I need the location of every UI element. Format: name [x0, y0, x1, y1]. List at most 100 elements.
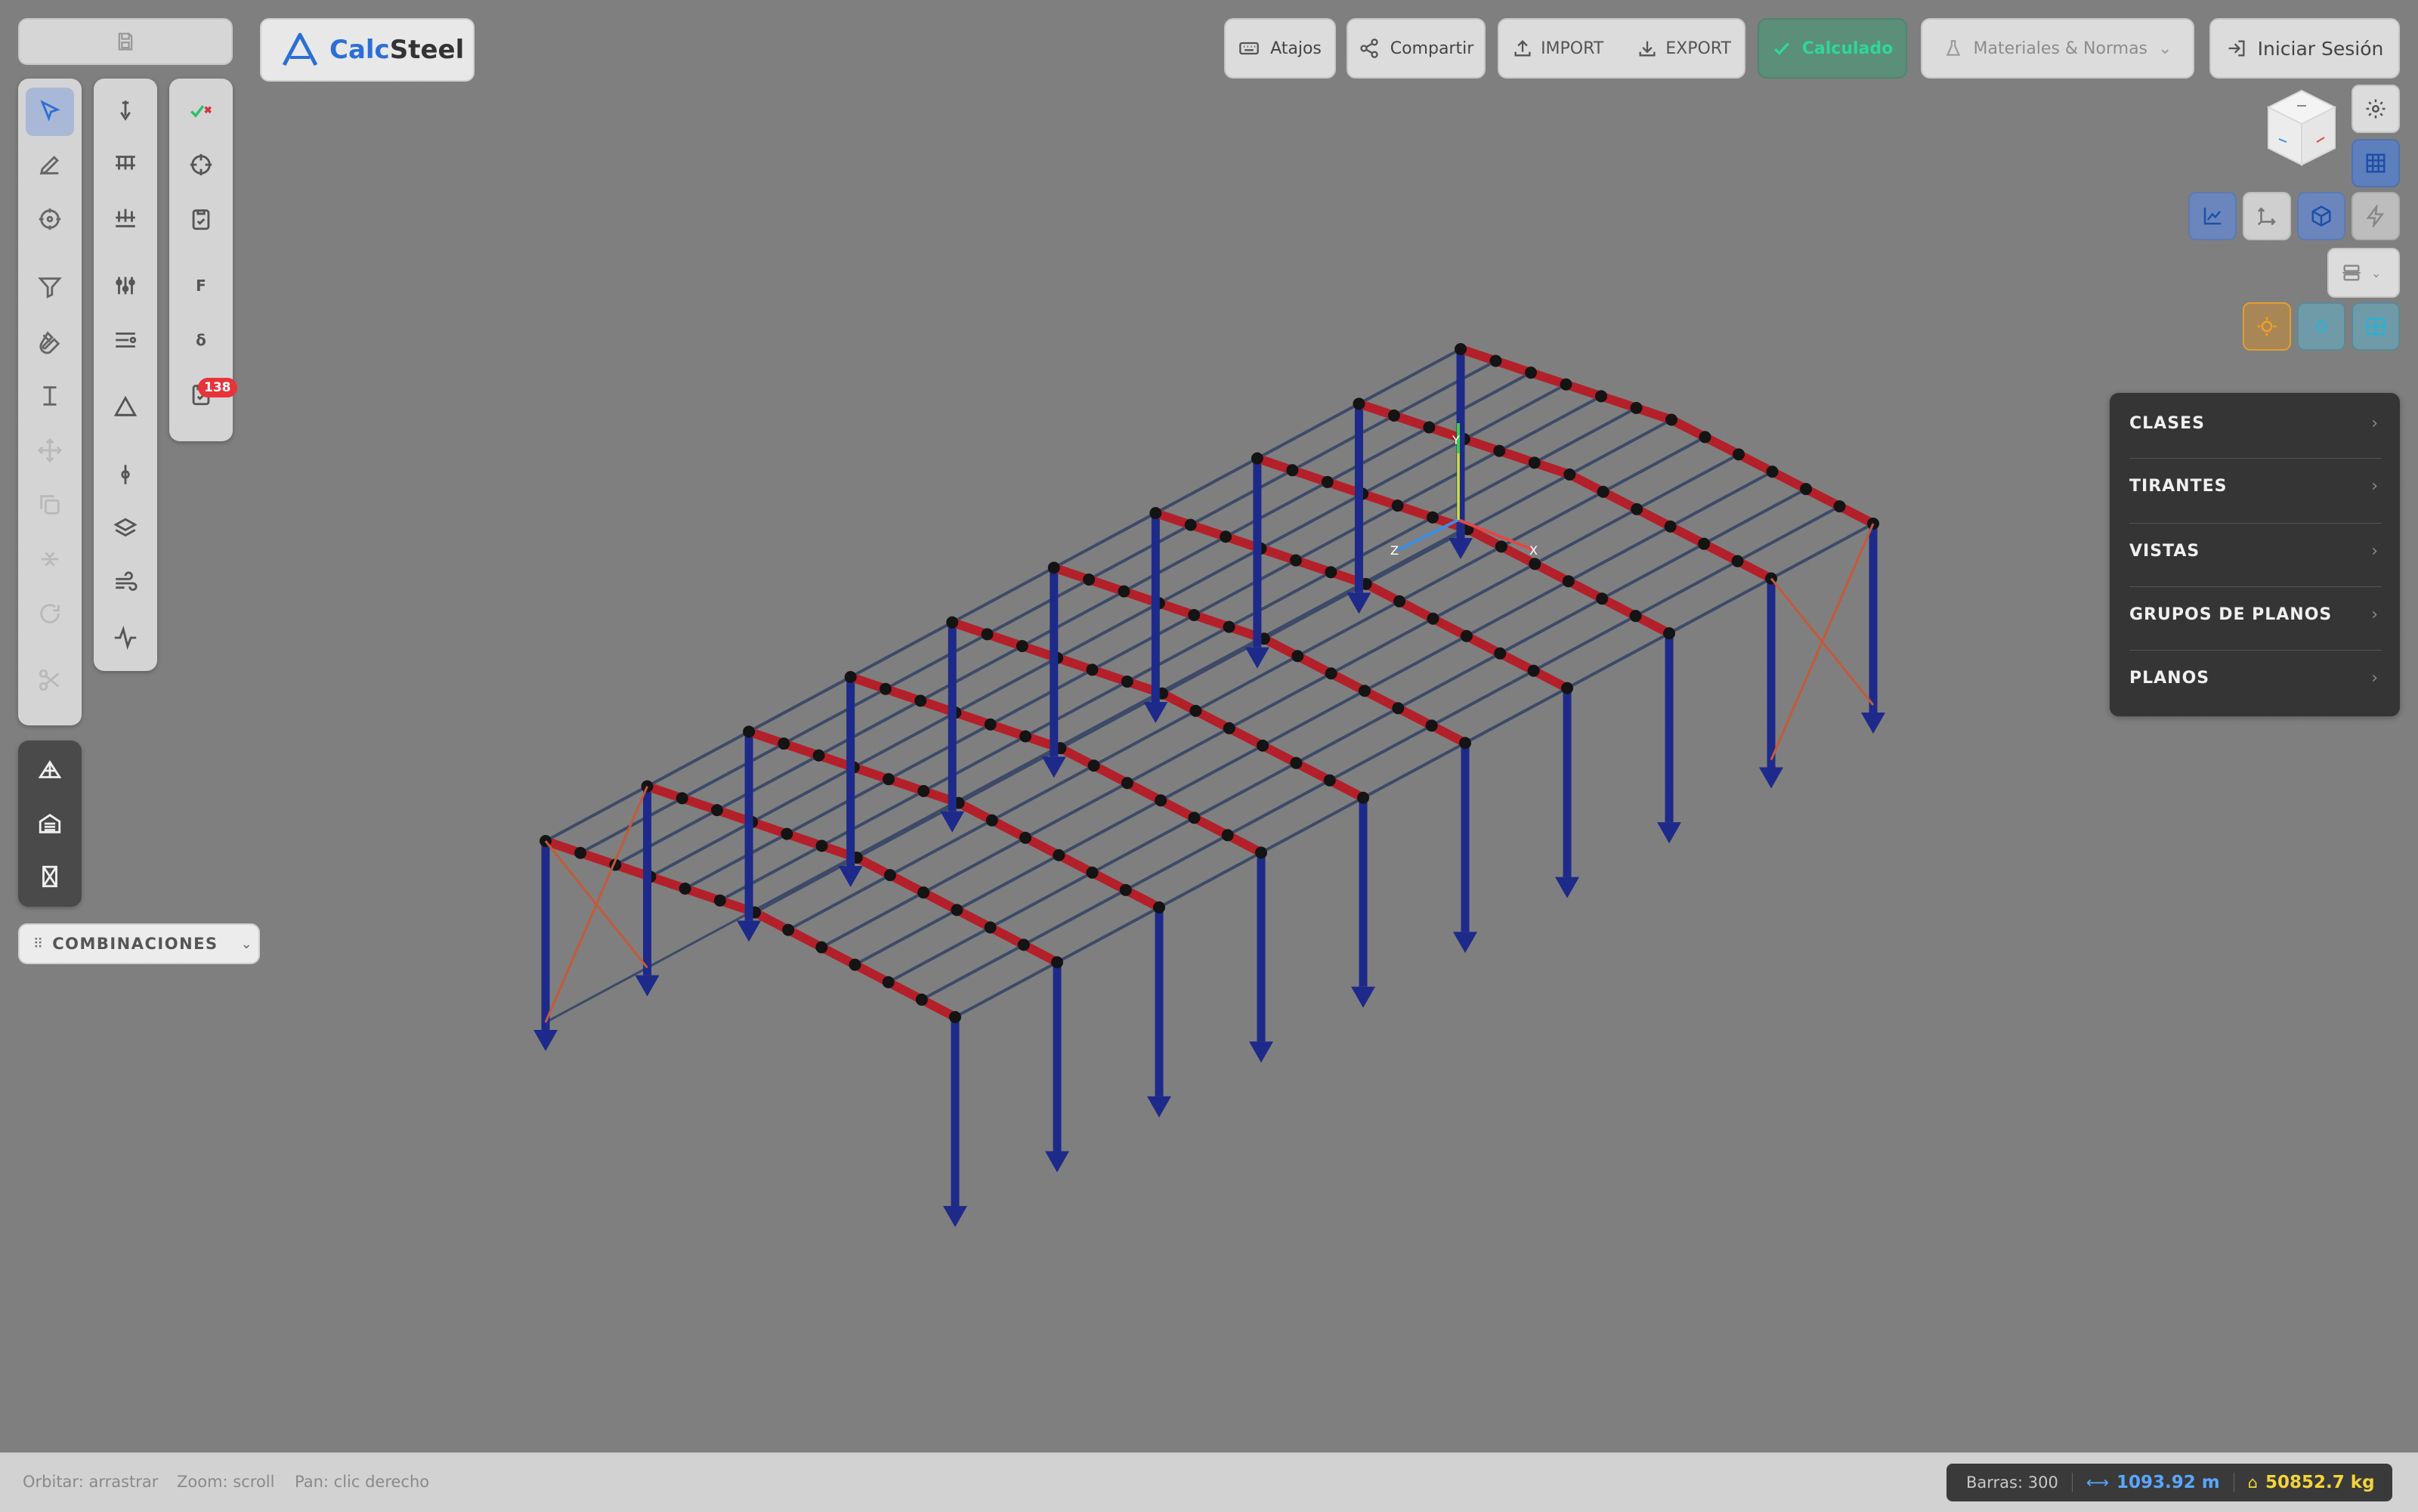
beam-profile-tool[interactable] [26, 372, 74, 420]
structure-node[interactable] [1325, 667, 1337, 680]
structure-node[interactable] [1563, 468, 1576, 481]
structure-node[interactable] [1323, 774, 1336, 787]
nodes-toggle-button[interactable] [2297, 302, 2345, 351]
structure-node[interactable] [946, 616, 959, 629]
structure-node[interactable] [1019, 730, 1032, 743]
report-tool[interactable] [177, 195, 225, 243]
structure-node[interactable] [1188, 812, 1201, 824]
structure-node[interactable] [917, 886, 930, 899]
structure-node[interactable] [1629, 610, 1642, 623]
target-tool[interactable] [177, 141, 225, 189]
structure-node[interactable] [1189, 704, 1202, 717]
structure-node[interactable] [1155, 794, 1167, 807]
structure-node[interactable] [1665, 413, 1677, 426]
structure-node[interactable] [1731, 555, 1744, 567]
structure-node[interactable] [1017, 938, 1030, 951]
structure-node[interactable] [1527, 664, 1540, 677]
structure-node[interactable] [1188, 608, 1201, 621]
structure-node[interactable] [1121, 777, 1133, 790]
structure-node[interactable] [1393, 595, 1406, 608]
structure-node[interactable] [1528, 456, 1541, 469]
structure-node[interactable] [1119, 883, 1132, 896]
deflection-tool[interactable]: δ [177, 316, 225, 364]
structure-node[interactable] [1529, 558, 1541, 570]
distributed-load-tool[interactable] [101, 139, 150, 187]
lightning-button[interactable] [2352, 192, 2400, 240]
local-axes-button[interactable] [2243, 192, 2291, 240]
structure-node[interactable] [1561, 682, 1573, 694]
adjust-tool[interactable] [101, 261, 150, 310]
iniciar-sesion-button[interactable]: Iniciar Sesión [2209, 18, 2400, 79]
panel-item-planos[interactable]: PLANOS › [2110, 647, 2400, 709]
structure-node[interactable] [1083, 573, 1096, 586]
layers-tool[interactable] [101, 505, 150, 553]
structure-node[interactable] [778, 737, 790, 750]
structure-node[interactable] [1493, 444, 1506, 457]
structure-node[interactable] [1597, 485, 1609, 498]
structure-node[interactable] [1664, 520, 1677, 533]
perspective-view-button[interactable] [26, 747, 74, 795]
structure-node[interactable] [676, 792, 688, 805]
structure-node[interactable] [782, 923, 795, 936]
structure-node[interactable] [1423, 421, 1436, 434]
node-tool[interactable] [101, 450, 150, 499]
panel-item-tirantes[interactable]: TIRANTES › [2110, 455, 2400, 517]
structure-node[interactable] [949, 1011, 961, 1023]
structure-node[interactable] [1630, 401, 1643, 414]
structure-node[interactable] [1289, 554, 1302, 567]
structure-node[interactable] [1047, 561, 1060, 574]
structure-node[interactable] [849, 958, 861, 971]
mirror-tool[interactable] [26, 535, 74, 583]
structure-node[interactable] [882, 976, 895, 988]
structure-node[interactable] [1223, 722, 1235, 734]
panel-item-vistas[interactable]: VISTAS › [2110, 520, 2400, 582]
structure-node[interactable] [1833, 500, 1846, 513]
structure-node[interactable] [1251, 452, 1263, 465]
atajos-button[interactable]: Atajos [1224, 18, 1336, 79]
structure-node[interactable] [1121, 676, 1133, 688]
structure-node[interactable] [815, 941, 828, 954]
structure-node[interactable] [1357, 791, 1369, 804]
wind-tool[interactable] [101, 559, 150, 608]
structure-node[interactable] [1053, 849, 1065, 861]
structure-node[interactable] [1663, 627, 1675, 640]
structure-node[interactable] [1223, 620, 1235, 633]
structure-node[interactable] [1525, 366, 1537, 379]
structure-node[interactable] [713, 894, 726, 907]
structure-node[interactable] [1733, 448, 1745, 461]
structure-node[interactable] [1631, 502, 1643, 515]
structure-node[interactable] [815, 839, 828, 852]
hourglass-button[interactable] [26, 852, 74, 901]
structure-node[interactable] [1325, 566, 1337, 579]
structure-node[interactable] [1560, 378, 1572, 391]
export-button[interactable]: EXPORT [1620, 38, 1748, 59]
render-mode-button[interactable] [2243, 302, 2291, 351]
structure-node[interactable] [710, 804, 723, 817]
support-tool[interactable] [101, 86, 150, 135]
save-button[interactable] [18, 18, 233, 65]
magnet-tool[interactable] [26, 317, 74, 366]
structure-node[interactable] [1459, 737, 1471, 750]
structure-node[interactable] [1494, 647, 1507, 660]
structure-node[interactable] [914, 694, 927, 707]
structure-node[interactable] [1766, 465, 1779, 478]
structure-node[interactable] [1149, 507, 1162, 519]
structure-node[interactable] [743, 725, 756, 738]
node-load-tool[interactable] [101, 193, 150, 242]
structure-node[interactable] [1016, 640, 1028, 653]
structure-node[interactable] [984, 718, 997, 731]
seismic-tool[interactable] [101, 614, 150, 662]
structure-node[interactable] [1595, 390, 1607, 403]
3d-view-button[interactable] [2297, 192, 2345, 240]
structure-node[interactable] [985, 814, 998, 827]
compartir-button[interactable]: Compartir [1347, 18, 1486, 79]
structure-node[interactable] [1221, 829, 1234, 842]
structure-node[interactable] [879, 682, 892, 695]
structure-node[interactable] [1489, 354, 1502, 367]
combinaciones-dropdown[interactable]: ⠿ COMBINACIONES ⌄ [18, 923, 260, 964]
structure-node[interactable] [1427, 511, 1439, 524]
draw-tool[interactable] [26, 141, 74, 189]
structure-node[interactable] [574, 846, 587, 859]
structure-node[interactable] [1699, 431, 1711, 444]
structure-node[interactable] [781, 827, 793, 840]
